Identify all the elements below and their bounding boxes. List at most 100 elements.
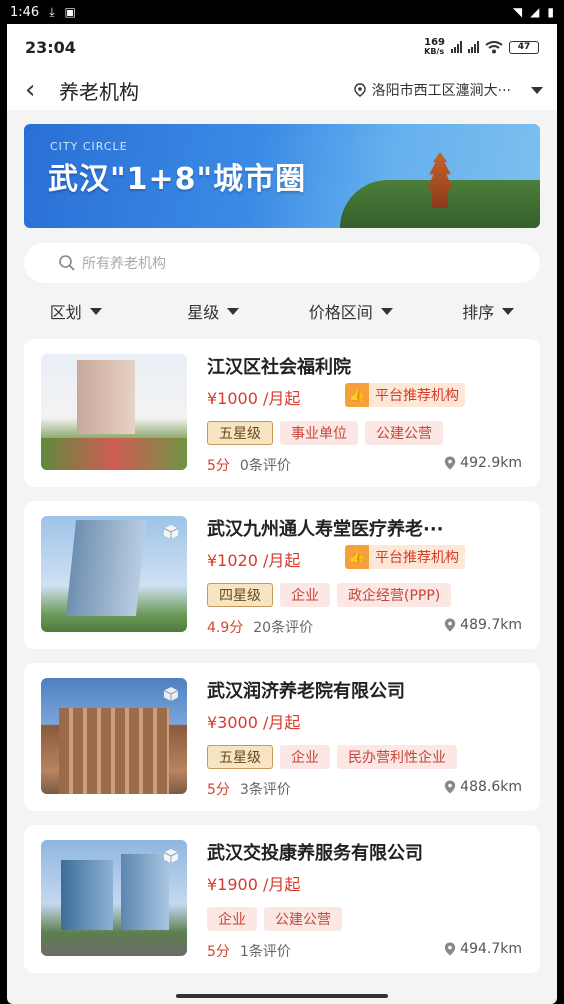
listing-photo bbox=[41, 516, 187, 632]
search-placeholder: 所有养老机构 bbox=[82, 256, 166, 272]
review-count: 3条评价 bbox=[239, 782, 291, 798]
filter-label: 星级 bbox=[187, 303, 220, 322]
distance-value: 494.7km bbox=[460, 941, 522, 957]
rating-meta: 5分 0条评价 bbox=[207, 455, 291, 475]
wifi-icon bbox=[485, 40, 503, 53]
filter-district[interactable]: 区划 bbox=[7, 299, 145, 323]
chevron-down-icon bbox=[531, 86, 543, 94]
location-pin-icon bbox=[444, 780, 456, 794]
tag: 企业 bbox=[207, 907, 257, 931]
listing-price: ¥1000 /月起 bbox=[207, 389, 301, 408]
3d-view-icon[interactable] bbox=[163, 848, 179, 864]
distance-value: 489.7km bbox=[460, 617, 522, 633]
listing-price: ¥3000 /月起 bbox=[207, 713, 301, 732]
distance: 492.9km bbox=[444, 455, 522, 471]
distance: 489.7km bbox=[444, 617, 522, 633]
page-title: 养老机构 bbox=[59, 79, 139, 104]
battery-icon: 47 bbox=[509, 40, 539, 54]
listing-name: 武汉交投康养服务有限公司 bbox=[207, 843, 423, 864]
system-status-bar: 1:46 ⤓ ▣ ◥ ◢ ▮ bbox=[0, 0, 564, 24]
tag: 企业 bbox=[280, 583, 330, 607]
phone-time: 23:04 bbox=[25, 37, 76, 57]
tag-list: 五星级 企业 民办营利性企业 bbox=[207, 745, 457, 769]
listing-price: ¥1020 /月起 bbox=[207, 551, 301, 570]
back-arrow-icon[interactable]: ‹ bbox=[25, 77, 51, 103]
network-speed-unit: KB/s bbox=[424, 47, 445, 56]
star-rating-tag: 五星级 bbox=[207, 421, 273, 445]
score: 4.9分 bbox=[207, 620, 244, 636]
distance-value: 492.9km bbox=[460, 455, 522, 471]
distance: 488.6km bbox=[444, 779, 522, 795]
tag: 民办营利性企业 bbox=[337, 745, 457, 769]
filter-label: 排序 bbox=[462, 303, 495, 322]
search-input[interactable]: 所有养老机构 bbox=[24, 243, 540, 283]
top-nav: ‹ 养老机构 洛阳市西工区瀍涧大··· bbox=[7, 70, 557, 110]
location-pin-icon bbox=[444, 942, 456, 956]
3d-view-icon[interactable] bbox=[163, 524, 179, 540]
tag: 公建公营 bbox=[365, 421, 443, 445]
listing-name: 江汉区社会福利院 bbox=[207, 357, 351, 378]
distance: 494.7km bbox=[444, 941, 522, 957]
listing-photo bbox=[41, 678, 187, 794]
signal-icon bbox=[451, 41, 462, 53]
filter-sort[interactable]: 排序 bbox=[420, 299, 558, 323]
review-count: 20条评价 bbox=[253, 620, 314, 636]
tag: 政企经营(PPP) bbox=[337, 583, 452, 607]
search-icon bbox=[59, 255, 75, 271]
filter-label: 区划 bbox=[49, 303, 82, 322]
network-speed-value: 169 bbox=[424, 37, 445, 48]
location-selector[interactable]: 洛阳市西工区瀍涧大··· bbox=[353, 80, 543, 100]
review-count: 1条评价 bbox=[239, 944, 291, 960]
review-count: 0条评价 bbox=[239, 458, 291, 474]
star-rating-tag: 四星级 bbox=[207, 583, 273, 607]
star-rating-tag: 五星级 bbox=[207, 745, 273, 769]
listing-card[interactable]: 武汉交投康养服务有限公司 ¥1900 /月起 企业 公建公营 5分 1条评价 4… bbox=[24, 825, 540, 973]
listing-card[interactable]: 江汉区社会福利院 ¥1000 /月起 👍 平台推荐机构 五星级 事业单位 公建公… bbox=[24, 339, 540, 487]
thumbs-up-icon: 👍 bbox=[345, 383, 369, 407]
app-notification-icon: ▣ bbox=[64, 5, 76, 19]
rating-meta: 5分 3条评价 bbox=[207, 779, 291, 799]
score: 5分 bbox=[207, 458, 230, 474]
tag: 公建公营 bbox=[264, 907, 342, 931]
listing-price: ¥1900 /月起 bbox=[207, 875, 301, 894]
chevron-down-icon bbox=[502, 307, 515, 315]
tag: 事业单位 bbox=[280, 421, 358, 445]
listing-name: 武汉润济养老院有限公司 bbox=[207, 681, 405, 702]
listing-name: 武汉九州通人寿堂医疗养老··· bbox=[207, 519, 444, 540]
banner-title: 武汉"1+8"城市圈 bbox=[48, 162, 307, 197]
network-speed: 169 KB/s bbox=[424, 37, 445, 57]
battery-icon: ▮ bbox=[547, 5, 554, 19]
listing-photo bbox=[41, 354, 187, 470]
chevron-down-icon bbox=[227, 307, 240, 315]
distance-value: 488.6km bbox=[460, 779, 522, 795]
recommend-label: 平台推荐机构 bbox=[375, 550, 459, 566]
location-pin-icon bbox=[444, 456, 456, 470]
tag: 企业 bbox=[280, 745, 330, 769]
location-pin-icon bbox=[353, 83, 366, 97]
tag-list: 五星级 事业单位 公建公营 bbox=[207, 421, 443, 445]
location-pin-icon bbox=[444, 618, 456, 632]
location-text: 洛阳市西工区瀍涧大··· bbox=[371, 83, 511, 99]
chevron-down-icon bbox=[89, 307, 102, 315]
app-screen: 23:04 169 KB/s 47 ‹ 养老机构 洛阳市西工区瀍涧大··· CI… bbox=[7, 24, 557, 1004]
recommend-badge: 👍 平台推荐机构 bbox=[345, 383, 465, 407]
filter-bar: 区划 星级 价格区间 排序 bbox=[7, 283, 557, 339]
recommend-label: 平台推荐机构 bbox=[375, 388, 459, 404]
3d-view-icon[interactable] bbox=[163, 686, 179, 702]
promo-banner[interactable]: CITY CIRCLE 武汉"1+8"城市圈 bbox=[24, 124, 540, 228]
rating-meta: 5分 1条评价 bbox=[207, 941, 291, 961]
system-time: 1:46 bbox=[10, 4, 40, 20]
listing-card[interactable]: 武汉九州通人寿堂医疗养老··· ¥1020 /月起 👍 平台推荐机构 四星级 企… bbox=[24, 501, 540, 649]
filter-price-range[interactable]: 价格区间 bbox=[282, 299, 420, 323]
score: 5分 bbox=[207, 944, 230, 960]
filter-star-level[interactable]: 星级 bbox=[145, 299, 283, 323]
phone-status-bar: 23:04 169 KB/s 47 bbox=[7, 24, 557, 70]
tag-list: 四星级 企业 政企经营(PPP) bbox=[207, 583, 452, 607]
download-icon: ⤓ bbox=[49, 5, 55, 19]
cellular-icon: ◢ bbox=[530, 5, 540, 19]
thumbs-up-icon: 👍 bbox=[345, 545, 369, 569]
filter-label: 价格区间 bbox=[308, 303, 373, 322]
signal-2-icon bbox=[468, 41, 479, 53]
listing-card[interactable]: 武汉润济养老院有限公司 ¥3000 /月起 五星级 企业 民办营利性企业 5分 … bbox=[24, 663, 540, 811]
home-indicator[interactable] bbox=[176, 994, 388, 998]
